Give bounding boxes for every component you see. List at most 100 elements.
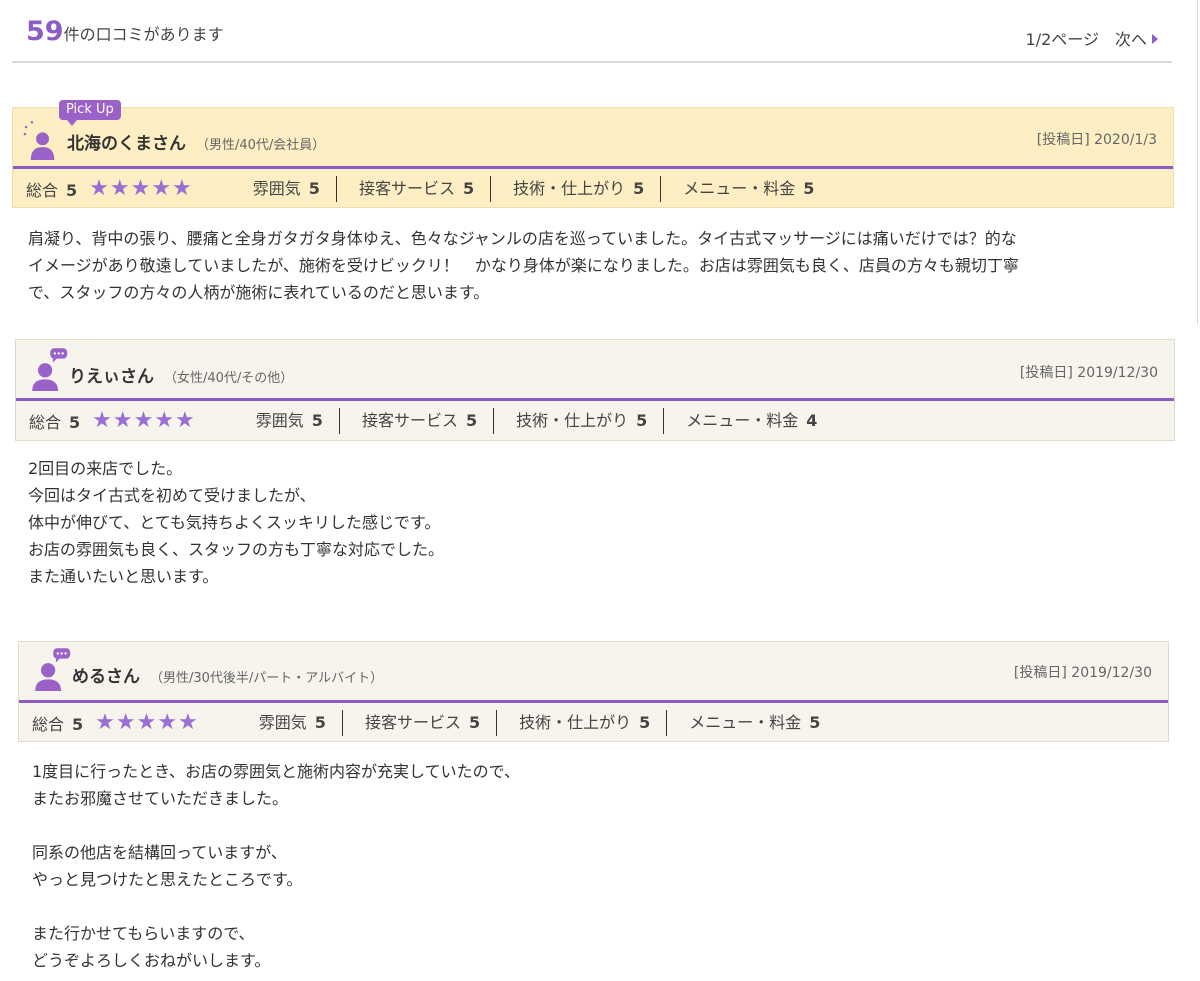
score-value: 5 [308, 179, 320, 198]
score-value: 5 [639, 713, 651, 732]
user-avatar-icon [35, 648, 71, 691]
page-scroll-edge [1197, 0, 1198, 325]
review-line: で、スタッフの方々の人柄が施術に表れているのだと思います。 [28, 283, 490, 302]
review-line: またお邪魔させていただきました。 [32, 789, 289, 808]
review-line: 肩凝り、背中の張り、腰痛と全身ガタガタ身体ゆえ、色々なジャンルの店を巡っていまし… [28, 229, 1017, 248]
score-atmosphere: 雰囲気 5 [237, 710, 343, 736]
score-row: 総合 5 ★★★★★ 雰囲気 5 接客サービス 5 技術・仕上がり 5 メニュー・料金 4 [16, 401, 1174, 441]
next-page-link[interactable]: 次へ [1115, 30, 1158, 49]
review-line: どうぞよろしくおねがいします。 [32, 951, 271, 970]
reviewer-name-text: 北海のくまさん [67, 134, 186, 154]
review-header: りえぃさん （女性/40代/その他） [投稿日] 2019/12/30 総合 5 ★… [15, 339, 1175, 441]
review-header: めるさん （男性/30代後半/パート・アルバイト） [投稿日] 2019/12/3… [18, 641, 1169, 742]
posted-date: [投稿日] 2019/12/30 [1019, 365, 1158, 381]
score-price: メニュー・料金 5 [667, 710, 836, 736]
next-arrow-icon [1152, 34, 1158, 44]
reviewer-name[interactable]: りえぃさん （女性/40代/その他） [69, 362, 293, 387]
score-value: 5 [465, 411, 478, 430]
reviewer-name[interactable]: めるさん （男性/30代後半/パート・アルバイト） [72, 662, 383, 687]
score-label: メニュー・料金 [689, 713, 802, 732]
score-price: メニュー・料金 4 [664, 408, 833, 434]
score-service: 接客サービス 5 [340, 408, 495, 434]
reviewer-attributes: （男性/40代/会社員） [196, 138, 326, 153]
score-value: 5 [314, 713, 326, 732]
score-label: 雰囲気 [252, 179, 301, 198]
score-value: 5 [803, 179, 815, 198]
score-value: 5 [462, 179, 475, 198]
total-score-label: 総合 [26, 181, 59, 200]
rating-stars: ★★★★★ [89, 176, 193, 201]
total-score-label: 総合 [32, 715, 65, 734]
reviewer-name[interactable]: 北海のくまさん （男性/40代/会社員） [67, 129, 325, 154]
total-score: 総合 5 [16, 409, 80, 433]
review-count-number: 59 [26, 16, 64, 47]
score-label: 雰囲気 [258, 713, 307, 732]
score-label: 技術・仕上がり [516, 411, 629, 430]
score-label: 雰囲気 [255, 411, 304, 430]
total-score-value: 5 [72, 715, 84, 734]
score-value: 5 [809, 713, 821, 732]
score-value: 5 [633, 179, 645, 198]
review-line: 今回はタイ古式を初めて受けましたが、 [28, 486, 316, 505]
score-label: 技術・仕上がり [513, 179, 626, 198]
review-item: Pick Up 北海のくまさん （男性/40代/会社員） [投稿日] 2020/1… [12, 100, 1174, 306]
review-line: やっと見つけたと思えたところです。 [32, 870, 303, 889]
review-line: イメージがあり敬遠していましたが、施術を受けビックリ！ かなり身体が楽になりまし… [28, 256, 1019, 275]
review-item: りえぃさん （女性/40代/その他） [投稿日] 2019/12/30 総合 5 ★… [15, 339, 1175, 590]
review-body: 1度目に行ったとき、お店の雰囲気と施術内容が充実していたので、 またお邪魔させて… [18, 758, 1169, 974]
rating-stars: ★★★★★ [92, 408, 196, 433]
review-list-header: 59件の口コミがあります 1/2ページ 次へ [12, 14, 1172, 63]
score-label: メニュー・料金 [686, 411, 799, 430]
review-line: 1度目に行ったとき、お店の雰囲気と施術内容が充実していたので、 [32, 762, 520, 781]
score-label: メニュー・料金 [683, 179, 796, 198]
review-line: 同系の他店を結構回っていますが、 [32, 843, 287, 862]
next-page-label: 次へ [1114, 30, 1147, 49]
review-item: めるさん （男性/30代後半/パート・アルバイト） [投稿日] 2019/12/3… [18, 641, 1169, 974]
score-label: 接客サービス [364, 713, 461, 732]
score-label: 技術・仕上がり [519, 713, 632, 732]
review-count-label: 件の口コミがあります [63, 25, 224, 44]
review-line: 体中が伸びて、とても気持ちよくスッキリした感じです。 [28, 513, 441, 532]
review-header: Pick Up 北海のくまさん （男性/40代/会社員） [投稿日] 2020/1… [12, 100, 1174, 209]
review-line [32, 893, 1155, 920]
score-row: 総合 5 ★★★★★ 雰囲気 5 接客サービス 5 技術・仕上がり 5 メニュー・料金 5 [19, 703, 1168, 743]
score-label: 接客サービス [358, 179, 455, 198]
total-score: 総合 5 [19, 711, 83, 735]
total-score: 総合 5 [13, 177, 77, 201]
posted-date: [投稿日] 2020/1/3 [1036, 132, 1157, 148]
reviewer-name-text: めるさん [72, 667, 140, 687]
total-score-value: 5 [66, 181, 78, 200]
review-line: お店の雰囲気も良く、スタッフの方も丁寧な対応でした。 [28, 540, 445, 559]
score-label: 接客サービス [361, 411, 458, 430]
user-avatar-icon [32, 348, 68, 391]
review-count: 59件の口コミがあります [26, 16, 224, 47]
pagination: 1/2ページ 次へ [1026, 26, 1158, 50]
score-skill: 技術・仕上がり 5 [491, 176, 662, 202]
reviewer-attributes: （男性/30代後半/パート・アルバイト） [150, 671, 384, 686]
review-body: 2回目の来店でした。 今回はタイ古式を初めて受けましたが、 体中が伸びて、とても… [15, 455, 1175, 590]
reviewer-row: りえぃさん （女性/40代/その他） [投稿日] 2019/12/30 [16, 340, 1174, 398]
total-score-value: 5 [69, 413, 81, 432]
review-line: また行かせてもらいますので、 [32, 924, 255, 943]
posted-date: [投稿日] 2019/12/30 [1013, 665, 1152, 681]
review-line: 2回目の来店でした。 [28, 459, 183, 478]
reviewer-row: めるさん （男性/30代後半/パート・アルバイト） [投稿日] 2019/12/3… [19, 642, 1168, 700]
page-indicator: 1/2ページ [1025, 30, 1099, 49]
score-skill: 技術・仕上がり 5 [494, 408, 665, 434]
score-service: 接客サービス 5 [343, 710, 498, 736]
review-body: 肩凝り、背中の張り、腰痛と全身ガタガタ身体ゆえ、色々なジャンルの店を巡っていまし… [12, 225, 1174, 306]
score-value: 4 [806, 411, 818, 430]
score-service: 接客サービス 5 [337, 176, 492, 202]
score-value: 5 [636, 411, 648, 430]
score-price: メニュー・料金 5 [661, 176, 830, 202]
score-value: 5 [468, 713, 481, 732]
reviewer-row: 北海のくまさん （男性/40代/会社員） [投稿日] 2020/1/3 [13, 108, 1173, 166]
review-line: また通いたいと思います。 [28, 567, 219, 586]
reviewer-name-text: りえぃさん [69, 367, 154, 387]
total-score-label: 総合 [29, 413, 62, 432]
score-row: 総合 5 ★★★★★ 雰囲気 5 接客サービス 5 技術・仕上がり 5 メニュー・料金 5 [13, 169, 1173, 209]
score-atmosphere: 雰囲気 5 [231, 176, 337, 202]
user-avatar-icon [23, 121, 55, 160]
score-skill: 技術・仕上がり 5 [497, 710, 668, 736]
review-line [32, 812, 1155, 839]
